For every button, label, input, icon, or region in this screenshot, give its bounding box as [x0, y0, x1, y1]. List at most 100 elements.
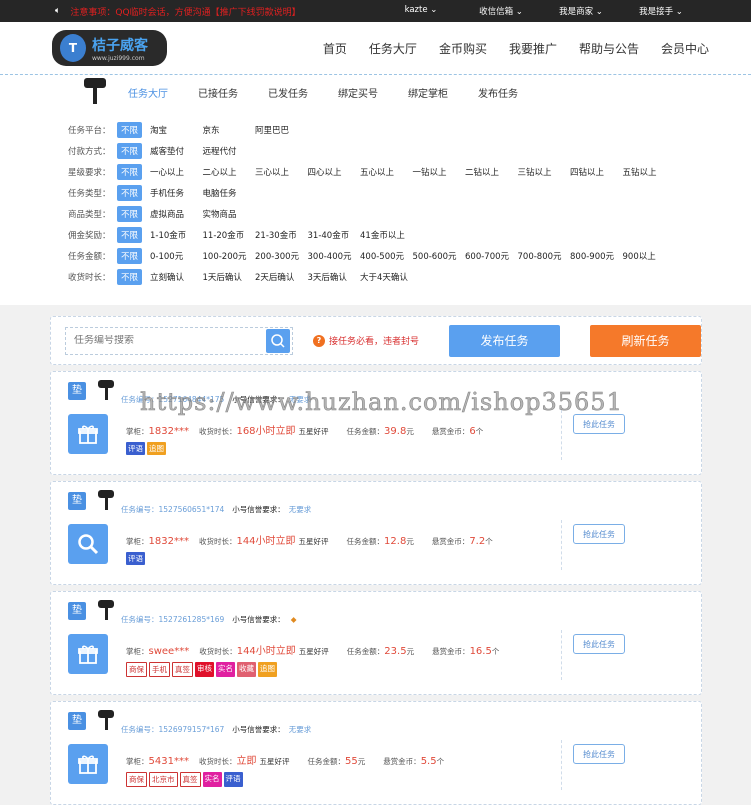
filter-option[interactable]: 600-700元	[465, 250, 518, 262]
review-value: 五星好评	[298, 647, 329, 656]
filter-option[interactable]: 二心以上	[203, 166, 256, 178]
nav-help[interactable]: 帮助与公告	[579, 40, 639, 57]
filter-option[interactable]: 三心以上	[255, 166, 308, 178]
filter-option[interactable]: 阿里巴巴	[255, 124, 308, 136]
filter-option[interactable]: 31-40金币	[308, 229, 361, 241]
filter-option[interactable]: 41金币以上	[360, 229, 413, 241]
amount-label: 任务金额：	[346, 647, 385, 656]
task-card: 垫 任务编号：1527560651*174 小号信誉要求： 无要求 掌柜： 1832*…	[50, 481, 702, 585]
logo[interactable]: T 桔子威客 www.juzi999.com	[52, 30, 167, 66]
nav-home[interactable]: 首页	[323, 40, 347, 57]
filter-option[interactable]: 三钻以上	[518, 166, 571, 178]
search-button[interactable]	[266, 328, 290, 353]
filter-option[interactable]: 大于4天确认	[360, 271, 413, 283]
grab-task-button[interactable]: 抢此任务	[573, 634, 625, 654]
task-tag: 评语	[126, 552, 145, 565]
merchant-menu[interactable]: 我是商家 ⌄	[541, 5, 621, 17]
warning-link[interactable]: ? 接任务必看，违者封号	[313, 334, 419, 347]
grab-task-button[interactable]: 抢此任务	[573, 414, 625, 434]
nav-member[interactable]: 会员中心	[661, 40, 709, 57]
nav-promote[interactable]: 我要推广	[509, 40, 557, 57]
task-id-label: 任务编号：	[121, 505, 159, 514]
shop-value: 1832***	[148, 426, 189, 437]
filter-option[interactable]: 实物商品	[203, 208, 256, 220]
filter-option-all[interactable]: 不限	[117, 142, 143, 159]
shop-label: 掌柜：	[126, 537, 149, 546]
filter-option[interactable]: 四心以上	[308, 166, 361, 178]
tab-publish-task[interactable]: 发布任务	[478, 85, 518, 100]
reward-unit: 个	[475, 427, 484, 436]
speaker-icon: 🔈︎	[55, 6, 61, 16]
filter-row: 任务金额： 不限 0-100元 100-200元 200-300元 300-400元 400…	[68, 245, 751, 266]
task-id-search-input[interactable]	[66, 335, 246, 346]
filter-option-all[interactable]: 不限	[117, 268, 143, 285]
filter-option[interactable]: 京东	[203, 124, 256, 136]
tab-bind-buyer[interactable]: 绑定买号	[338, 85, 378, 100]
amount-unit: 元	[406, 537, 414, 546]
filter-option[interactable]: 1-10金币	[150, 229, 203, 241]
user-menu[interactable]: kazte ⌄	[381, 5, 461, 17]
tab-task-hall[interactable]: 任务大厅	[128, 85, 168, 100]
publish-task-button[interactable]: 发布任务	[449, 324, 561, 357]
time-value: 立即	[236, 756, 257, 767]
amount-value: 12.8	[384, 536, 407, 547]
grab-task-button[interactable]: 抢此任务	[573, 744, 625, 764]
filter-option-all[interactable]: 不限	[117, 247, 143, 264]
logo-title: 桔子威客	[92, 37, 148, 54]
filter-label: 任务金额：	[68, 251, 111, 262]
amount-value: 55	[344, 756, 358, 767]
filter-option-all[interactable]: 不限	[117, 205, 143, 222]
filter-option[interactable]: 二钻以上	[465, 166, 518, 178]
grab-task-button[interactable]: 抢此任务	[573, 524, 625, 544]
amount-label: 任务金额：	[307, 757, 345, 766]
filter-option-all[interactable]: 不限	[117, 121, 143, 138]
refresh-tasks-button[interactable]: 刷新任务	[590, 324, 702, 357]
inbox-menu[interactable]: 收信信箱 ⌄	[461, 5, 541, 17]
filter-option[interactable]: 900以上	[623, 250, 676, 262]
filter-option[interactable]: 电脑任务	[203, 187, 256, 199]
filter-option[interactable]: 手机任务	[150, 187, 203, 199]
filter-option[interactable]: 700-800元	[518, 250, 571, 262]
filter-option[interactable]: 五钻以上	[623, 166, 676, 178]
filter-option[interactable]: 21-30金币	[255, 229, 308, 241]
filter-option[interactable]: 五心以上	[360, 166, 413, 178]
filter-option[interactable]: 2天后确认	[255, 271, 308, 283]
filter-option[interactable]: 四钻以上	[570, 166, 623, 178]
filter-option[interactable]: 一钻以上	[413, 166, 466, 178]
filter-option[interactable]: 威客垫付	[150, 145, 203, 157]
amount-unit: 元	[406, 647, 415, 656]
nav-buy-coins[interactable]: 金币购买	[439, 40, 487, 57]
tab-accepted[interactable]: 已接任务	[198, 85, 238, 100]
worker-menu[interactable]: 我是接手 ⌄	[621, 5, 701, 17]
gift-icon	[68, 634, 108, 674]
tab-published[interactable]: 已发任务	[268, 85, 308, 100]
filter-option[interactable]: 100-200元	[203, 250, 256, 262]
filter-option[interactable]: 0-100元	[150, 250, 203, 262]
filter-option[interactable]: 淘宝	[150, 124, 203, 136]
filter-option[interactable]: 200-300元	[255, 250, 308, 262]
filter-option[interactable]: 500-600元	[413, 250, 466, 262]
filter-option[interactable]: 一心以上	[150, 166, 203, 178]
filter-option[interactable]: 800-900元	[570, 250, 623, 262]
filter-option[interactable]: 远程代付	[203, 145, 256, 157]
task-tags: 商保 北京市 真签 实名 评语	[126, 772, 243, 787]
task-tag: 真签	[172, 662, 193, 677]
filter-option-all[interactable]: 不限	[117, 226, 143, 243]
filter-option-all[interactable]: 不限	[117, 163, 143, 180]
nav-task-hall[interactable]: 任务大厅	[369, 40, 417, 57]
filter-option[interactable]: 虚拟商品	[150, 208, 203, 220]
filter-row: 佣金奖励： 不限 1-10金币 11-20金币 21-30金币 31-40金币 41金币以上	[68, 224, 751, 245]
task-id-label: 任务编号：	[121, 725, 159, 734]
filter-option-all[interactable]: 不限	[117, 184, 143, 201]
filter-option[interactable]: 400-500元	[360, 250, 413, 262]
filter-option[interactable]: 11-20金币	[203, 229, 256, 241]
filter-option[interactable]: 1天后确认	[203, 271, 256, 283]
filter-row: 星级要求： 不限 一心以上 二心以上 三心以上 四心以上 五心以上 一钻以上 二钻以上 三钻以上四…	[68, 161, 751, 182]
filter-option[interactable]: 3天后确认	[308, 271, 361, 283]
filter-label: 任务平台：	[68, 125, 111, 136]
notice-text[interactable]: 注意事项：QQ临时会话，方便沟通【推广下线罚款说明】	[70, 5, 300, 18]
task-card: 垫 任务编号：1527164844*175 小号信誉要求： 无要求 掌柜： 1832*…	[50, 371, 702, 475]
filter-option[interactable]: 300-400元	[308, 250, 361, 262]
tab-bind-shop[interactable]: 绑定掌柜	[408, 85, 448, 100]
filter-option[interactable]: 立刻确认	[150, 271, 203, 283]
